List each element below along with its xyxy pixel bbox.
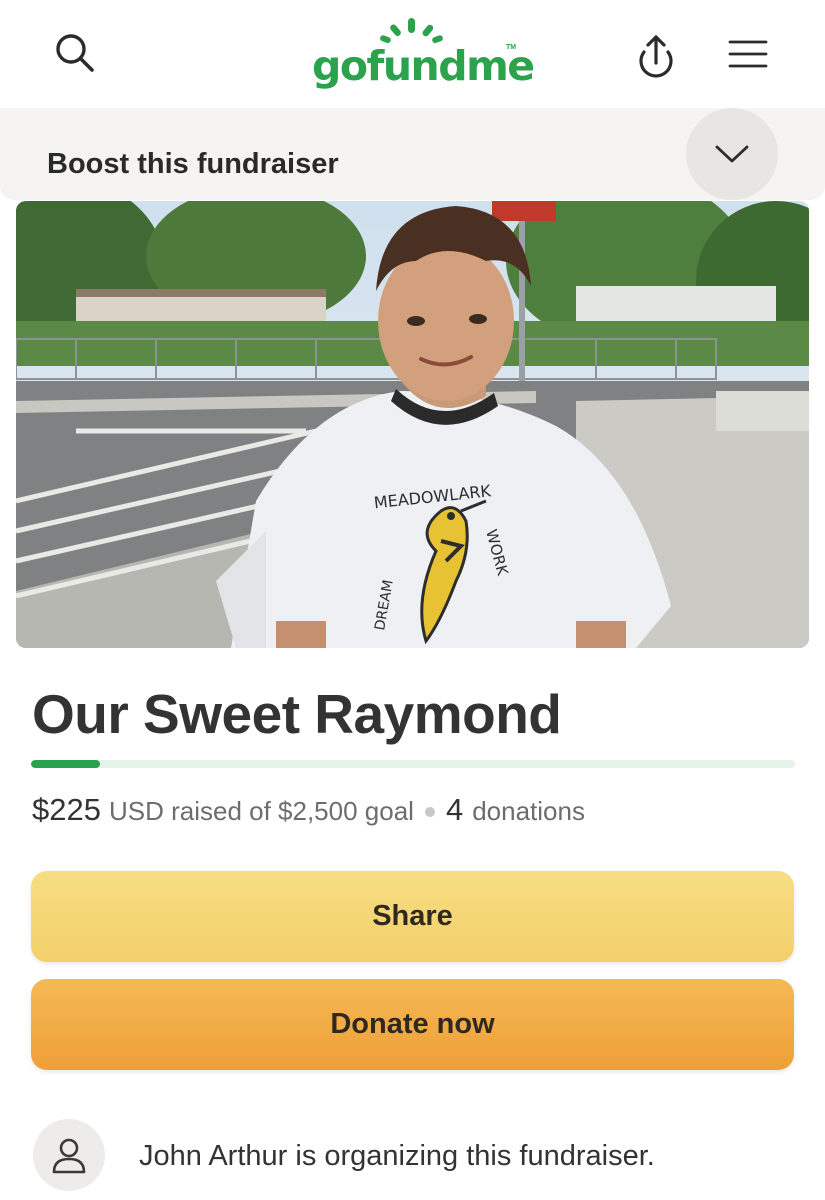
- donation-count[interactable]: 4: [446, 792, 463, 828]
- logo-trademark: TM: [506, 44, 517, 51]
- donation-label[interactable]: donations: [472, 796, 585, 827]
- progress-bar: [31, 760, 795, 768]
- raised-goal-text: USD raised of $2,500 goal: [108, 796, 414, 826]
- progress-fill: [31, 760, 100, 768]
- top-nav: gofundme TM: [0, 0, 825, 108]
- upload-share-icon[interactable]: [628, 28, 684, 84]
- fundraiser-title: Our Sweet Raymond: [32, 683, 562, 745]
- fundraiser-photo[interactable]: MEADOWLARK DREAM WORK: [16, 201, 809, 648]
- hamburger-menu-icon[interactable]: [720, 28, 776, 80]
- fundraiser-stats: $225 USD raised of $2,500 goal 4 donatio…: [32, 792, 585, 828]
- logo-wordmark: gofundme: [312, 42, 535, 90]
- search-icon[interactable]: [48, 28, 104, 80]
- user-icon[interactable]: [33, 1119, 105, 1191]
- boost-label: Boost this fundraiser: [47, 148, 339, 180]
- share-button[interactable]: Share: [31, 871, 794, 962]
- separator-dot: [424, 807, 435, 817]
- donate-button[interactable]: Donate now: [31, 979, 794, 1070]
- raised-amount: $225: [32, 792, 101, 827]
- chevron-down-icon[interactable]: [686, 108, 778, 200]
- gofundme-logo[interactable]: gofundme TM: [308, 16, 535, 96]
- organizer-text: John Arthur is organizing this fundraise…: [139, 1140, 655, 1172]
